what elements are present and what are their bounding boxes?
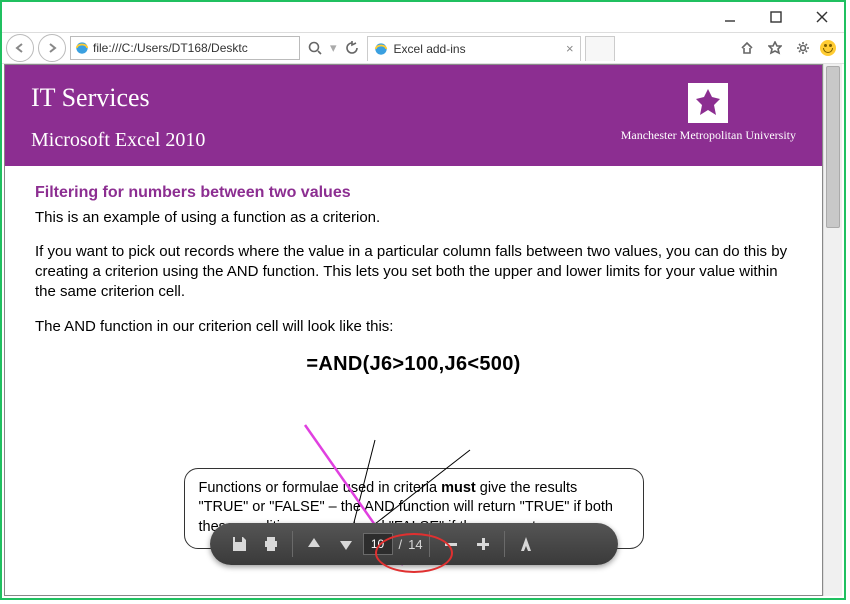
note-text: Functions or formulae used in criteria — [199, 480, 442, 496]
minimize-button[interactable] — [708, 3, 752, 31]
window: file:///C:/Users/DT168/Desktc ▾ Excel ad… — [0, 0, 846, 600]
maximize-button[interactable] — [754, 3, 798, 31]
page-current-input[interactable] — [363, 533, 393, 555]
logo-text: Manchester Metropolitan University — [621, 129, 796, 143]
address-bar[interactable]: file:///C:/Users/DT168/Desktc — [70, 36, 300, 60]
back-button[interactable] — [6, 34, 34, 62]
browser-toolbar: file:///C:/Users/DT168/Desktc ▾ Excel ad… — [2, 33, 844, 64]
zoom-out-icon[interactable] — [436, 529, 466, 559]
header-subtitle: Microsoft Excel 2010 — [31, 129, 205, 152]
forward-button[interactable] — [38, 34, 66, 62]
browser-tab[interactable]: Excel add-ins × — [367, 36, 581, 61]
paragraph: If you want to pick out records where th… — [35, 242, 792, 303]
content-area: IT Services Microsoft Excel 2010 Manches… — [2, 62, 844, 598]
print-icon[interactable] — [256, 529, 286, 559]
ie-icon — [75, 41, 89, 55]
page-up-icon[interactable] — [299, 529, 329, 559]
home-icon[interactable] — [736, 37, 758, 59]
pdf-page: IT Services Microsoft Excel 2010 Manches… — [4, 64, 823, 596]
scrollbar[interactable] — [823, 64, 842, 596]
page-total: 14 — [408, 537, 422, 552]
settings-icon[interactable] — [792, 37, 814, 59]
address-text: file:///C:/Users/DT168/Desktc — [93, 41, 248, 55]
pdf-toolbar: / 14 — [210, 523, 618, 565]
paragraph: The AND function in our criterion cell w… — [35, 317, 792, 337]
titlebar — [2, 2, 844, 33]
ie-icon — [374, 42, 388, 56]
note-bold: must — [441, 480, 476, 496]
close-button[interactable] — [800, 3, 844, 31]
page-sep: / — [399, 537, 403, 552]
formula: =AND(J6>100,J6<500) — [35, 351, 792, 378]
favorites-icon[interactable] — [764, 37, 786, 59]
search-icon[interactable] — [304, 37, 326, 59]
tab-close-icon[interactable]: × — [566, 41, 574, 56]
new-tab-button[interactable] — [585, 36, 615, 61]
doc-body: Filtering for numbers between two values… — [5, 166, 822, 565]
zoom-in-icon[interactable] — [468, 529, 498, 559]
scrollbar-thumb[interactable] — [826, 66, 840, 228]
section-heading: Filtering for numbers between two values — [35, 182, 792, 204]
university-logo: Manchester Metropolitan University — [621, 83, 796, 143]
save-icon[interactable] — [224, 529, 254, 559]
page-indicator: / 14 — [363, 533, 423, 555]
tab-title: Excel add-ins — [394, 42, 466, 56]
paragraph: This is an example of using a function a… — [35, 208, 792, 228]
page-down-icon[interactable] — [331, 529, 361, 559]
logo-mark — [688, 83, 728, 123]
refresh-button[interactable] — [341, 37, 363, 59]
doc-header: IT Services Microsoft Excel 2010 Manches… — [5, 65, 822, 166]
adobe-icon[interactable] — [511, 529, 541, 559]
header-title: IT Services — [31, 83, 205, 113]
smiley-icon[interactable] — [820, 40, 836, 56]
